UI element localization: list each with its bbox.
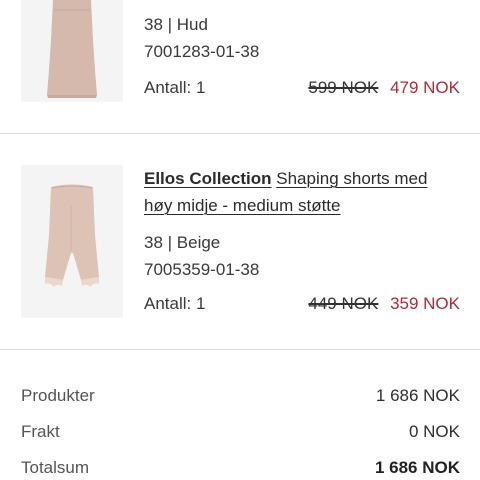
original-price: 599 NOK: [308, 78, 379, 97]
products-label: Produkter: [21, 386, 95, 405]
product-sku: 7001283-01-38: [144, 42, 260, 61]
sale-price: 359 NOK: [390, 294, 460, 313]
total-value: 1 686 NOK: [374, 458, 460, 477]
cart-item: 38 | Hud 7001283-01-38 Antall: 1 599 NOK…: [0, 0, 480, 133]
summary-divider: [0, 349, 480, 350]
product-image[interactable]: [21, 165, 123, 318]
shaping-shorts-product-image: [21, 165, 123, 318]
product-quantity: Antall: 1: [144, 78, 206, 97]
cart-page: 38 | Hud 7001283-01-38 Antall: 1 599 NOK…: [0, 0, 480, 480]
product-brand-link[interactable]: Ellos Collection: [144, 169, 272, 188]
shipping-value: 0 NOK: [408, 422, 460, 441]
product-image[interactable]: [21, 0, 123, 102]
product-quantity: Antall: 1: [144, 294, 206, 313]
original-price: 449 NOK: [308, 294, 379, 313]
product-brand: Ellos Collection: [144, 169, 272, 188]
order-summary: Produkter 1 686 NOK Frakt 0 NOK Totalsum…: [21, 378, 460, 480]
product-variant: 38 | Hud: [144, 15, 208, 34]
product-variant: 38 | Beige: [144, 233, 221, 252]
products-value: 1 686 NOK: [375, 386, 460, 405]
total-label: Totalsum: [21, 458, 90, 477]
shapewear-dress-product-image: [21, 0, 123, 102]
shipping-label: Frakt: [21, 422, 60, 441]
product-title: Ellos Collection Shaping shorts med høy …: [144, 165, 460, 219]
summary-row-shipping: Frakt 0 NOK: [21, 414, 460, 450]
product-sku: 7005359-01-38: [144, 260, 260, 279]
summary-row-products: Produkter 1 686 NOK: [21, 378, 460, 414]
sale-price: 479 NOK: [390, 78, 460, 97]
cart-item: Ellos Collection Shaping shorts med høy …: [0, 134, 480, 349]
summary-row-total: Totalsum 1 686 NOK: [21, 450, 460, 480]
